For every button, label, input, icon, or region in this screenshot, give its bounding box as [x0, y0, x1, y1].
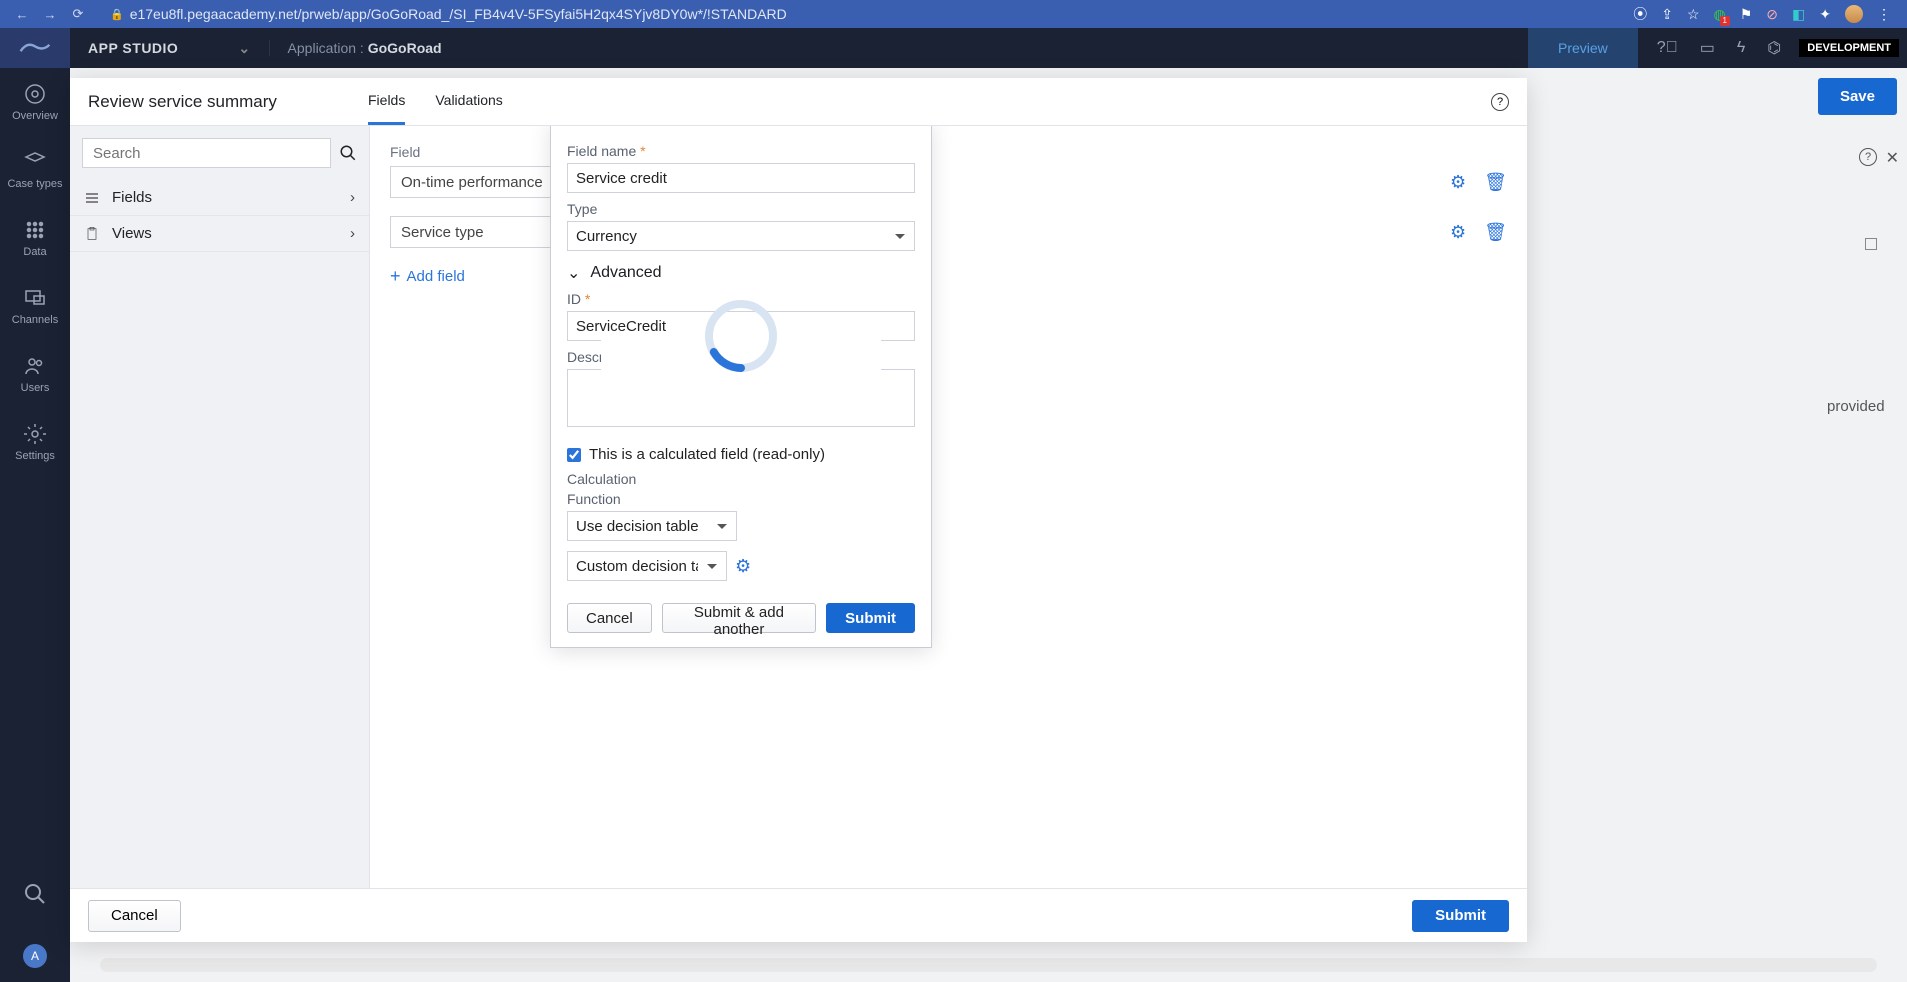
- pega-logo[interactable]: [0, 28, 70, 68]
- rail-data[interactable]: Data: [23, 214, 47, 262]
- app-header: APP STUDIO ⌄ Application : GoGoRoad Prev…: [0, 28, 1907, 68]
- star-icon[interactable]: ☆: [1687, 6, 1700, 23]
- plus-icon: +: [390, 266, 401, 287]
- bolt-icon[interactable]: ϟ: [1737, 39, 1745, 57]
- list-icon: [84, 190, 100, 206]
- modal-left-panel: Fields › Views ›: [70, 126, 370, 888]
- location-icon[interactable]: ⦿: [1633, 4, 1647, 24]
- extension-block-icon[interactable]: ⊘: [1766, 6, 1778, 23]
- modal-submit-button[interactable]: Submit: [1412, 900, 1509, 932]
- browser-extensions: ⦿ ⇪ ☆ ◍ ⚑ ⊘ ◧ ✦ ⋮: [1633, 4, 1899, 24]
- popover-cancel-button[interactable]: Cancel: [567, 603, 652, 633]
- clipboard-icon: [84, 226, 100, 242]
- modal-right-panel: Field ⚙ 🗑 ⚙ 🗑 + Add: [370, 126, 1527, 888]
- truncated-text: provided: [1827, 398, 1907, 415]
- rail-search-icon[interactable]: [23, 882, 47, 906]
- studio-label: APP STUDIO: [88, 40, 178, 56]
- lock-icon: 🔒: [110, 8, 124, 21]
- popover-submit-button[interactable]: Submit: [826, 603, 915, 633]
- modal-help-icon[interactable]: ?: [1491, 93, 1509, 111]
- preview-button[interactable]: Preview: [1527, 28, 1639, 68]
- extension-flag-icon[interactable]: ⚑: [1740, 6, 1753, 23]
- tab-validations[interactable]: Validations: [435, 78, 502, 125]
- field-config-popover: Field name * Type Currency ⌄ Advanced ID…: [550, 126, 932, 648]
- field-value-input[interactable]: [390, 216, 570, 248]
- modal-title: Review service summary: [88, 92, 368, 112]
- chevron-down-icon: ⌄: [567, 263, 580, 283]
- function-select[interactable]: Use decision table: [567, 511, 737, 541]
- extension-ip-icon[interactable]: ◍: [1714, 6, 1726, 23]
- field-name-label: Field name *: [567, 143, 915, 159]
- gear-icon[interactable]: ⚙: [1450, 222, 1466, 243]
- trash-icon[interactable]: 🗑: [1484, 222, 1507, 243]
- application-name[interactable]: Application : GoGoRoad: [269, 40, 460, 56]
- environment-badge: DEVELOPMENT: [1799, 39, 1899, 57]
- type-label: Type: [567, 201, 915, 217]
- chevron-right-icon: ›: [350, 189, 355, 206]
- back-icon[interactable]: ←: [8, 7, 36, 22]
- calculated-checkbox[interactable]: [567, 448, 581, 462]
- help-icon[interactable]: ?⃝: [1657, 39, 1678, 57]
- rail-overview[interactable]: Overview: [12, 78, 58, 126]
- chevron-right-icon: ›: [350, 225, 355, 242]
- save-button[interactable]: Save: [1818, 78, 1897, 115]
- url-text[interactable]: e17eu8fl.pegaacademy.net/prweb/app/GoGoR…: [130, 6, 1634, 22]
- popover-submit-another-button[interactable]: Submit & add another: [662, 603, 816, 633]
- field-value-input[interactable]: [390, 166, 570, 198]
- rail-settings[interactable]: Settings: [15, 418, 55, 466]
- reload-icon[interactable]: ⟳: [64, 6, 92, 22]
- studio-switcher[interactable]: APP STUDIO ⌄: [70, 40, 269, 57]
- hierarchy-icon[interactable]: ⌬: [1767, 38, 1781, 58]
- modal-cancel-button[interactable]: Cancel: [88, 900, 181, 932]
- nav-views[interactable]: Views ›: [70, 216, 369, 252]
- horizontal-scrollbar[interactable]: [100, 958, 1877, 972]
- search-input[interactable]: [82, 138, 331, 168]
- menu-icon[interactable]: ⋮: [1877, 6, 1891, 23]
- trash-icon[interactable]: 🗑: [1484, 172, 1507, 193]
- profile-avatar[interactable]: [1845, 5, 1863, 23]
- search-icon[interactable]: [339, 144, 357, 162]
- modal-footer: Cancel Submit: [70, 888, 1527, 942]
- gear-icon[interactable]: ⚙: [1450, 172, 1466, 193]
- gear-icon[interactable]: ⚙: [735, 556, 751, 577]
- decision-table-select[interactable]: Custom decision tabl: [567, 551, 727, 581]
- nav-fields[interactable]: Fields ›: [70, 180, 369, 216]
- share-icon[interactable]: ⇪: [1661, 6, 1673, 23]
- rail-avatar[interactable]: A: [23, 944, 47, 968]
- advanced-toggle[interactable]: ⌄ Advanced: [567, 263, 915, 283]
- field-name-input[interactable]: [567, 163, 915, 193]
- forward-icon[interactable]: →: [36, 7, 64, 22]
- extensions-icon[interactable]: ✦: [1819, 6, 1831, 23]
- rail-users[interactable]: Users: [21, 350, 50, 398]
- left-rail: Overview Case types Data Channels Users …: [0, 68, 70, 982]
- calculated-label: This is a calculated field (read-only): [589, 446, 825, 463]
- chevron-down-icon: ⌄: [238, 40, 250, 57]
- type-select[interactable]: Currency: [567, 221, 915, 251]
- extension-puzzle-icon[interactable]: ◧: [1792, 6, 1805, 23]
- fields-modal: Review service summary Fields Validation…: [70, 78, 1527, 942]
- tab-fields[interactable]: Fields: [368, 78, 405, 125]
- loading-spinner: [701, 296, 781, 381]
- calculation-label: Calculation: [567, 471, 915, 487]
- rail-case-types[interactable]: Case types: [7, 146, 62, 194]
- browser-chrome: ← → ⟳ 🔒 e17eu8fl.pegaacademy.net/prweb/a…: [0, 0, 1907, 28]
- function-label: Function: [567, 491, 915, 507]
- chat-icon[interactable]: ▭: [1700, 38, 1715, 58]
- rail-channels[interactable]: Channels: [12, 282, 58, 330]
